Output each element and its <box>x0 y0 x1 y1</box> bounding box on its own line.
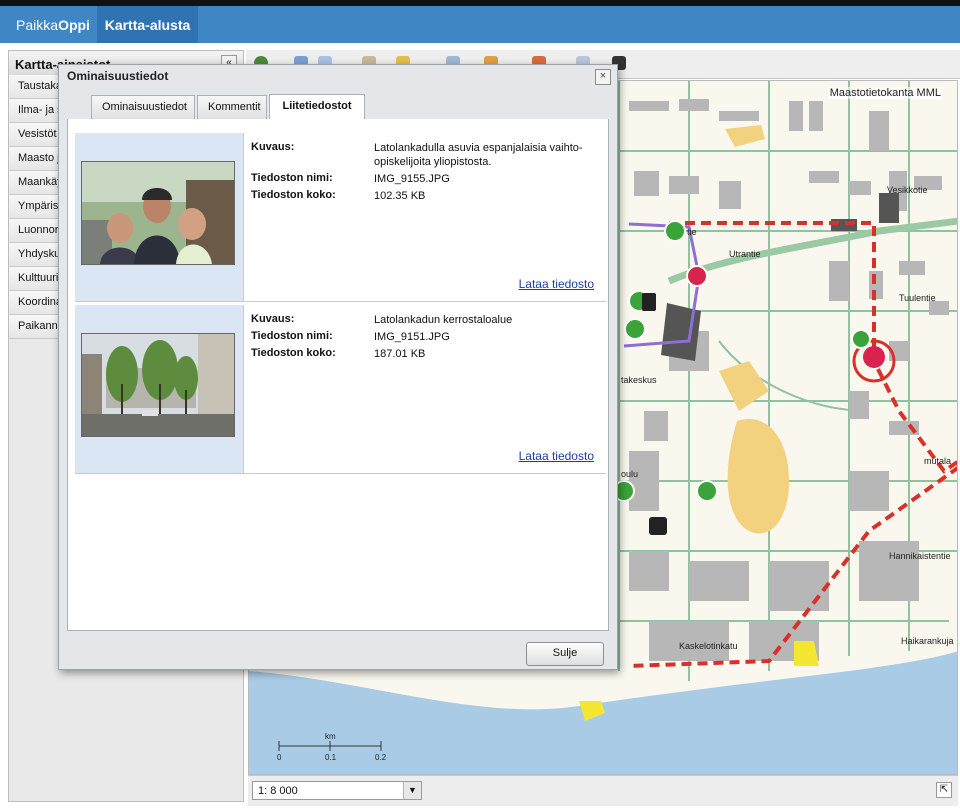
top-navigation-bar: Paikka Oppi Kartta-alusta <box>0 0 960 43</box>
filesize-label: Tiedoston koko: <box>251 189 336 201</box>
attachment-fields: Kuvaus: Latolankadun kerrostaloalue Tiedo… <box>251 313 601 364</box>
download-link[interactable]: Lataa tiedosto <box>519 449 594 463</box>
filename-value: IMG_9151.JPG <box>374 331 450 343</box>
street-label: Haikarankuja <box>901 636 954 646</box>
street-label: Utrantie <box>729 249 761 259</box>
filename-label: Tiedoston nimi: <box>251 172 333 184</box>
attachments-panel: Kuvaus: Latolankadulla asuvia espanjalais… <box>67 119 609 631</box>
app-logo[interactable]: Paikka Oppi <box>10 6 96 43</box>
street-label: mutala <box>924 456 952 466</box>
photo-apartment-area <box>82 334 234 436</box>
filename-label: Tiedoston nimi: <box>251 330 333 342</box>
chevron-down-icon[interactable]: ▼ <box>403 782 421 799</box>
brand-suffix: Oppi <box>58 16 90 33</box>
filesize-value: 187.01 KB <box>374 348 426 360</box>
filesize-label: Tiedoston koko: <box>251 347 336 359</box>
tab-liitetiedostot[interactable]: Liitetiedostot <box>269 94 365 120</box>
attachment-item: Kuvaus: Latolankadulla asuvia espanjalais… <box>75 133 606 302</box>
street-label: takeskus <box>621 375 657 385</box>
tab-ominaisuustiedot[interactable]: Ominaisuustiedot <box>91 95 195 119</box>
scalebar-label-0: 0 <box>277 753 282 762</box>
feature-info-dialog: Ominaisuustiedot × Ominaisuustiedot Komm… <box>58 64 618 670</box>
description-value: Latolankadulla asuvia espanjalaisia vaih… <box>374 142 583 168</box>
scalebar-label-1: 0.1 <box>325 753 337 762</box>
attachment-thumbnail[interactable] <box>81 161 235 265</box>
description-label: Kuvaus: <box>251 141 295 153</box>
thumbnail-column <box>75 305 244 473</box>
photo-students <box>82 162 234 264</box>
close-icon[interactable]: × <box>595 69 611 85</box>
street-label: Vesikkotie <box>887 185 928 195</box>
tab-kartta-alusta[interactable]: Kartta-alusta <box>97 6 198 43</box>
brand-prefix: Paikka <box>16 16 59 33</box>
scalebar-label-2: 0.2 <box>375 753 387 762</box>
map-credit: Maastotietokanta MML <box>827 87 943 99</box>
filename-value: IMG_9155.JPG <box>374 173 450 185</box>
scale-value: 1: 8 000 <box>258 785 298 797</box>
street-label: oulu <box>621 469 639 479</box>
close-button[interactable]: Sulje <box>526 642 604 666</box>
download-link[interactable]: Lataa tiedosto <box>519 277 594 291</box>
dialog-tabs: Ominaisuustiedot Kommentit Liitetiedosto… <box>67 91 609 120</box>
scale-select[interactable]: 1: 8 000 ▼ <box>252 781 422 800</box>
street-label: Hannikaistentie <box>889 551 951 561</box>
street-label: Kaskelotinkatu <box>679 641 738 651</box>
attachment-fields: Kuvaus: Latolankadulla asuvia espanjalais… <box>251 141 601 206</box>
street-label: tie <box>687 227 697 237</box>
attachment-item: Kuvaus: Latolankadun kerrostaloalue Tiedo… <box>75 305 606 474</box>
fullscreen-icon[interactable]: ⇱ <box>936 782 952 798</box>
map-statusbar: 1: 8 000 ▼ ⇱ <box>248 775 958 806</box>
filesize-value: 102.35 KB <box>374 190 426 202</box>
tab-kommentit[interactable]: Kommentit <box>197 95 267 119</box>
scalebar-unit: km <box>325 732 336 741</box>
thumbnail-column <box>75 133 244 301</box>
description-label: Kuvaus: <box>251 313 295 325</box>
street-label: Tuulentie <box>899 293 936 303</box>
description-value: Latolankadun kerrostaloalue <box>374 314 513 326</box>
dialog-title: Ominaisuustiedot <box>67 69 169 83</box>
attachment-thumbnail[interactable] <box>81 333 235 437</box>
